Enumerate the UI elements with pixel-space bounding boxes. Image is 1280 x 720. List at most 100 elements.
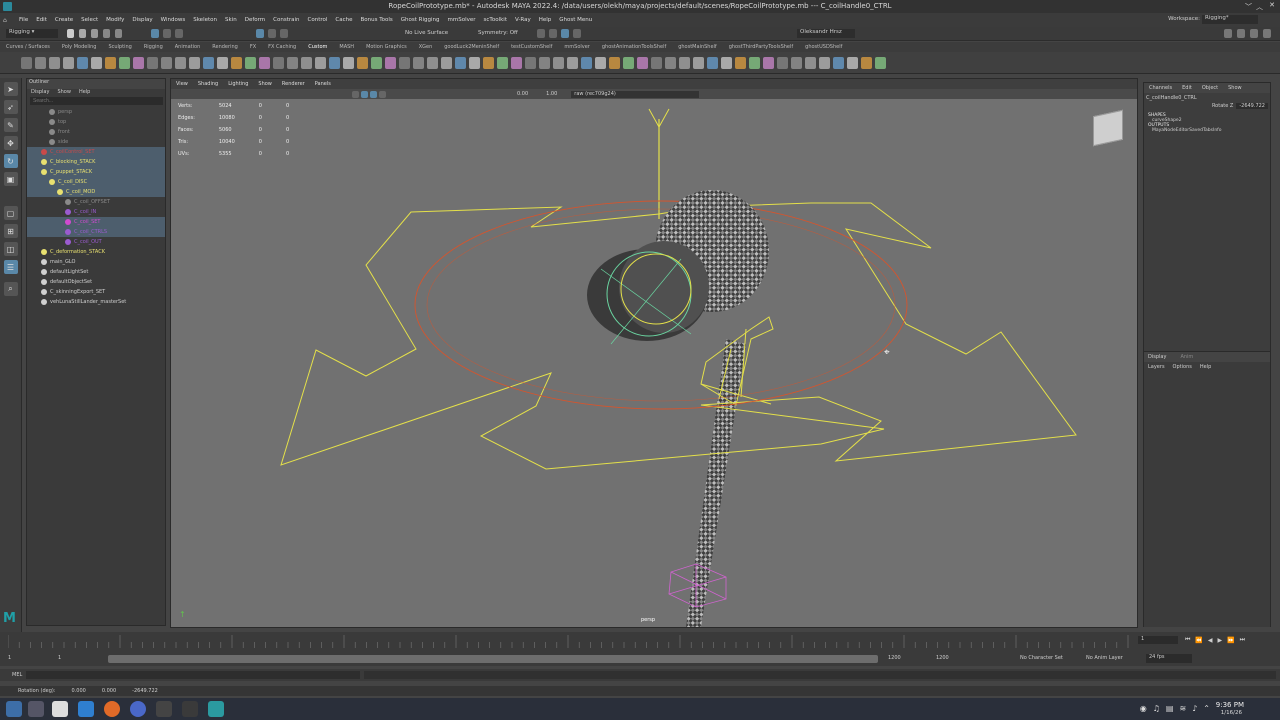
- shelf-tool-icon[interactable]: [455, 56, 466, 69]
- outliner-item[interactable]: side: [27, 137, 165, 147]
- menu-edit[interactable]: Edit: [32, 17, 51, 23]
- attribute-row[interactable]: Rotate Z -2649.722: [1144, 103, 1270, 109]
- character-set-dropdown[interactable]: No Character Set: [1020, 655, 1063, 661]
- outliner-item[interactable]: C_coil_OUT: [27, 237, 165, 247]
- paint-select-icon[interactable]: ✎: [3, 118, 18, 132]
- shelf-tool-icon[interactable]: [609, 56, 620, 69]
- channel-menu-object[interactable]: Object: [1197, 85, 1223, 91]
- snap-curve-icon[interactable]: [268, 29, 276, 38]
- ipr-render-icon[interactable]: [549, 29, 557, 38]
- shelf-tool-icon[interactable]: [805, 56, 816, 69]
- script-language-label[interactable]: MEL: [12, 672, 22, 678]
- anim-layer-dropdown[interactable]: No Anim Layer: [1086, 655, 1123, 661]
- snap-grid-icon[interactable]: [256, 29, 264, 38]
- channel-menu-edit[interactable]: Edit: [1177, 85, 1197, 91]
- home-icon[interactable]: ⌂: [3, 17, 15, 24]
- wireframe-icon[interactable]: [352, 90, 359, 98]
- menu-bonus-tools[interactable]: Bonus Tools: [357, 17, 397, 23]
- terminal-icon[interactable]: [156, 701, 172, 717]
- help-menu[interactable]: Help: [1200, 364, 1211, 370]
- network-icon[interactable]: ◉: [1140, 704, 1147, 713]
- menu-sctoolkit[interactable]: scToolkit: [480, 17, 511, 23]
- shelf-tool-icon[interactable]: [21, 56, 32, 69]
- modeling-toolkit-icon[interactable]: [1224, 29, 1232, 38]
- shelf-tool-icon[interactable]: [119, 56, 130, 69]
- scale-tool-icon[interactable]: ▣: [3, 172, 18, 186]
- shelf-tab-fx-caching[interactable]: FX Caching: [262, 44, 302, 50]
- shelf-tool-icon[interactable]: [91, 56, 102, 69]
- viewport-menu-show[interactable]: Show: [253, 81, 277, 87]
- shelf-tool-icon[interactable]: [329, 56, 340, 69]
- workspace-dropdown[interactable]: Rigging*: [1202, 15, 1258, 24]
- tool-settings-icon[interactable]: [1250, 29, 1258, 38]
- shelf-tool-icon[interactable]: [357, 56, 368, 69]
- anim-start-field[interactable]: 1: [8, 655, 11, 661]
- outliner-item[interactable]: C_coil_MOD: [27, 187, 165, 197]
- shelf-tab-animation[interactable]: Animation: [169, 44, 207, 50]
- shelf-tool-icon[interactable]: [49, 56, 60, 69]
- clipboard-icon[interactable]: ▤: [1166, 704, 1174, 713]
- scene-view[interactable]: ⌖ ↑: [171, 99, 1137, 627]
- outliner-item[interactable]: top: [27, 117, 165, 127]
- shelf-tool-icon[interactable]: [595, 56, 606, 69]
- viewport-menu-renderer[interactable]: Renderer: [277, 81, 310, 87]
- shelf-tab-fx[interactable]: FX: [244, 44, 262, 50]
- select-component-icon[interactable]: [175, 29, 183, 38]
- shelf-tool-icon[interactable]: [679, 56, 690, 69]
- shelf-tool-icon[interactable]: [875, 56, 886, 69]
- shelf-tool-icon[interactable]: [553, 56, 564, 69]
- output-node[interactable]: MayaNodeEditorSavedTabsInfo: [1144, 128, 1270, 133]
- shelf-tool-icon[interactable]: [273, 56, 284, 69]
- clock-date[interactable]: 1/16/26: [1221, 710, 1242, 716]
- channel-menu-channels[interactable]: Channels: [1144, 85, 1177, 91]
- menu-modify[interactable]: Modify: [102, 17, 128, 23]
- menu-skeleton[interactable]: Skeleton: [189, 17, 221, 23]
- firefox-icon[interactable]: [104, 701, 120, 717]
- menu-help[interactable]: Help: [535, 17, 556, 23]
- outliner-item[interactable]: C_coil_OFFSET: [27, 197, 165, 207]
- outliner-item[interactable]: defaultObjectSet: [27, 277, 165, 287]
- outliner-item[interactable]: front: [27, 127, 165, 137]
- viewport-menu-lighting[interactable]: Lighting: [223, 81, 253, 87]
- live-surface-label[interactable]: No Live Surface: [405, 30, 448, 36]
- outliner-menu-help[interactable]: Help: [75, 89, 94, 95]
- headphones-icon[interactable]: ♫: [1153, 704, 1160, 713]
- shelf-tab-ghostthirdpartytoolsshelf[interactable]: ghostThirdPartyToolsShelf: [723, 44, 799, 50]
- shelf-tool-icon[interactable]: [385, 56, 396, 69]
- shelf-tool-icon[interactable]: [441, 56, 452, 69]
- maya-taskbar-icon[interactable]: [208, 701, 224, 717]
- arrow-app-icon[interactable]: [182, 701, 198, 717]
- menu-skin[interactable]: Skin: [221, 17, 241, 23]
- shelf-tool-icon[interactable]: [749, 56, 760, 69]
- shelf-tool-icon[interactable]: [147, 56, 158, 69]
- shelf-tool-icon[interactable]: [693, 56, 704, 69]
- redo-icon[interactable]: [115, 29, 122, 38]
- wifi-icon[interactable]: ≋: [1179, 704, 1186, 713]
- fps-dropdown[interactable]: 24 fps: [1146, 654, 1192, 663]
- menu-windows[interactable]: Windows: [157, 17, 190, 23]
- minimize-icon[interactable]: ﹀: [1245, 2, 1252, 12]
- two-view-layout-icon[interactable]: ◫: [3, 242, 18, 256]
- shelf-tool-icon[interactable]: [665, 56, 676, 69]
- outliner-item[interactable]: C_coil_SET: [27, 217, 165, 227]
- shelf-tool-icon[interactable]: [539, 56, 550, 69]
- far-clip-value[interactable]: 1.00: [546, 91, 557, 97]
- menu-create[interactable]: Create: [51, 17, 77, 23]
- viewport-panel[interactable]: View Shading Lighting Show Renderer Panels 0.…: [170, 78, 1138, 628]
- time-slider[interactable]: 1 ⏮ ⏪ ◀ ▶ ⏩ ⏭: [0, 632, 1280, 652]
- power-icon[interactable]: [130, 701, 146, 717]
- shelf-tool-icon[interactable]: [105, 56, 116, 69]
- shelf-tool-icon[interactable]: [35, 56, 46, 69]
- menu-select[interactable]: Select: [77, 17, 102, 23]
- shelf-tool-icon[interactable]: [567, 56, 578, 69]
- shelf-tool-icon[interactable]: [427, 56, 438, 69]
- outliner-menu-show[interactable]: Show: [53, 89, 75, 95]
- view-cube[interactable]: [1093, 109, 1123, 147]
- near-clip-value[interactable]: 0.00: [517, 91, 528, 97]
- outliner-item[interactable]: persp: [27, 107, 165, 117]
- shelf-tool-icon[interactable]: [203, 56, 214, 69]
- clock-time[interactable]: 9:36 PM: [1216, 701, 1244, 709]
- outliner-item[interactable]: C_coil_IN: [27, 207, 165, 217]
- maximize-icon[interactable]: ︿: [1256, 2, 1263, 12]
- shelf-tab-poly-modeling[interactable]: Poly Modeling: [56, 44, 103, 50]
